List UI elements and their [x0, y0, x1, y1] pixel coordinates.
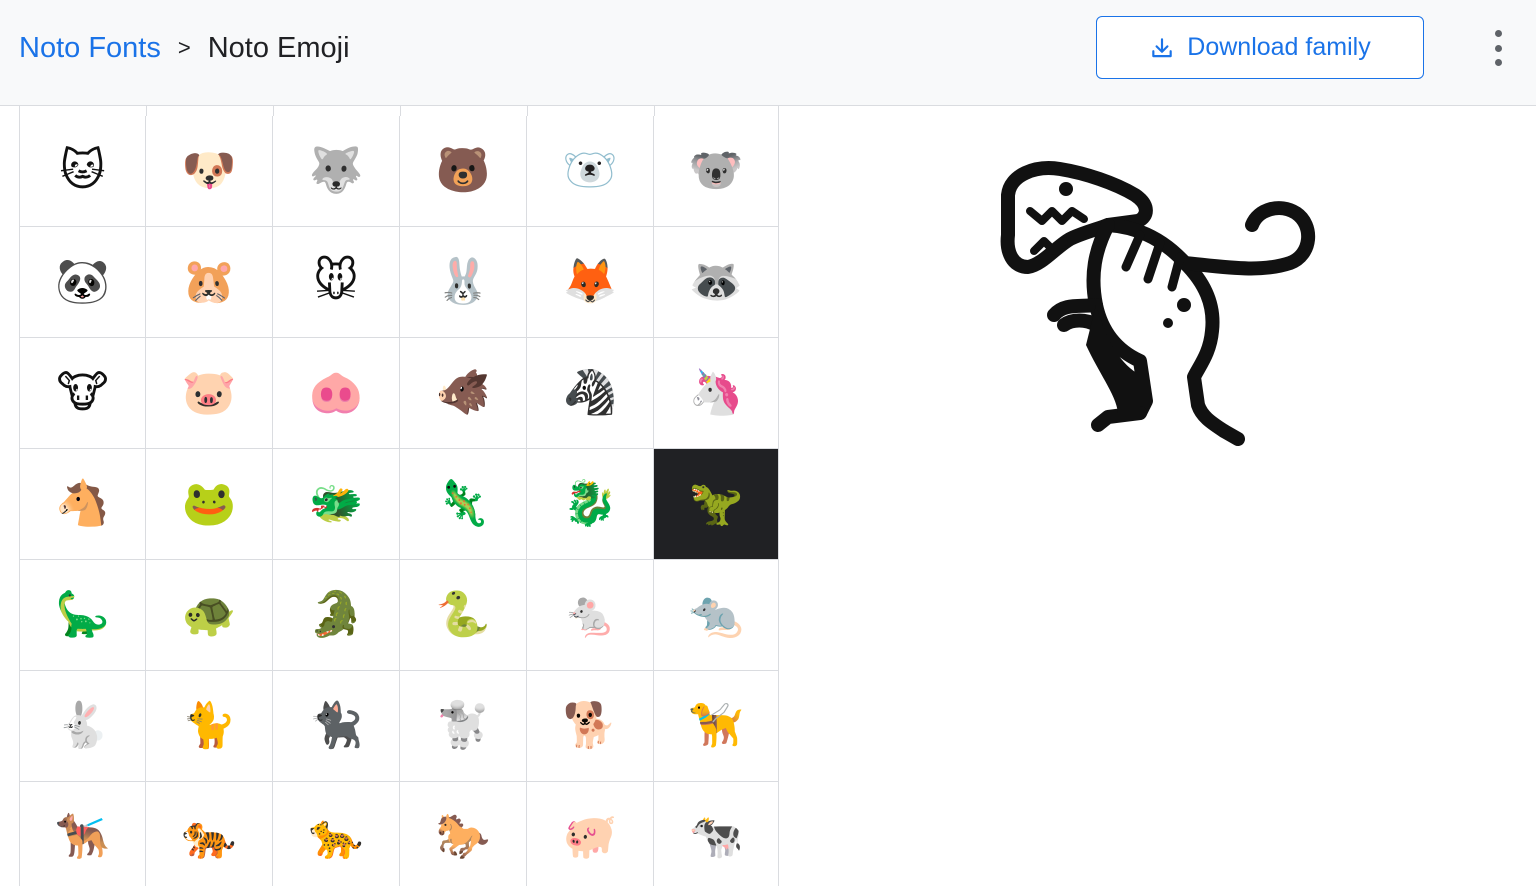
emoji-cell-cow[interactable]: 🐄 [654, 782, 779, 886]
emoji-cell-leopard[interactable]: 🐆 [273, 782, 400, 886]
fox-icon: 🦊 [562, 256, 618, 307]
emoji-cell-poodle[interactable]: 🐩 [400, 671, 527, 782]
horse-face-icon: 🐴 [55, 478, 110, 529]
top-bar: Noto Fonts > Noto Emoji Download family [0, 0, 1536, 106]
emoji-cell-horse-face[interactable]: 🐴 [19, 449, 146, 560]
raccoon-icon: 🦝 [688, 256, 744, 307]
guide-dog-icon: 🦮 [688, 700, 744, 751]
emoji-cell-mouse-face[interactable]: 🐭 [273, 227, 400, 338]
emoji-cell-polar-bear[interactable]: 🐻‍❄️ [527, 116, 654, 227]
pig-face-icon: 🐷 [181, 367, 237, 418]
zebra-icon: 🦓 [562, 367, 618, 418]
cow-icon: 🐄 [688, 811, 744, 862]
dragon-icon: 🐉 [562, 478, 618, 529]
breadcrumb-separator: > [177, 35, 191, 60]
emoji-cell-turtle[interactable]: 🐢 [146, 560, 273, 671]
glyph-preview [990, 155, 1330, 455]
rabbit-icon: 🐇 [55, 700, 110, 751]
pig-icon: 🐖 [562, 811, 618, 862]
emoji-cell-cat[interactable]: 🐈 [146, 671, 273, 782]
emoji-cell-wolf[interactable]: 🐺 [273, 116, 400, 227]
crocodile-icon: 🐊 [308, 589, 364, 640]
emoji-cell-sauropod[interactable]: 🦕 [19, 560, 146, 671]
leopard-icon: 🐆 [308, 811, 364, 862]
poodle-icon: 🐩 [435, 700, 491, 751]
emoji-cell-pig-nose[interactable]: 🐽 [273, 338, 400, 449]
download-family-label: Download family [1187, 33, 1371, 61]
emoji-cell-rabbit[interactable]: 🐇 [19, 671, 146, 782]
turtle-icon: 🐢 [181, 589, 237, 640]
frog-icon: 🐸 [181, 478, 237, 529]
emoji-cell-rat[interactable]: 🐀 [654, 560, 779, 671]
pig-nose-icon: 🐽 [308, 367, 364, 418]
panda-icon: 🐼 [55, 256, 110, 307]
bear-icon: 🐻 [435, 145, 491, 196]
unicorn-icon: 🦄 [688, 367, 744, 418]
dog-icon: 🐕 [562, 700, 618, 751]
emoji-cell-horse[interactable]: 🐎 [400, 782, 527, 886]
more-vert-icon[interactable] [1482, 30, 1514, 66]
download-family-button[interactable]: Download family [1096, 16, 1424, 79]
emoji-cell-dragon[interactable]: 🐉 [527, 449, 654, 560]
snake-icon: 🐍 [435, 589, 491, 640]
cat-icon: 🐈 [181, 700, 237, 751]
dog-face-icon: 🐶 [181, 145, 237, 196]
breadcrumb-current: Noto Emoji [207, 31, 350, 64]
emoji-cell-rabbit-face[interactable]: 🐰 [400, 227, 527, 338]
t-rex-icon: 🦖 [688, 478, 744, 529]
dragon-face-icon: 🐲 [308, 478, 364, 529]
polar-bear-icon: 🐻‍❄️ [562, 145, 618, 196]
emoji-cell-guide-dog[interactable]: 🦮 [654, 671, 779, 782]
emoji-cell-bear[interactable]: 🐻 [400, 116, 527, 227]
rabbit-face-icon: 🐰 [435, 256, 491, 307]
cow-face-icon: 🐮 [56, 367, 109, 418]
emoji-cell-pig[interactable]: 🐖 [527, 782, 654, 886]
emoji-cell-koala[interactable]: 🐨 [654, 116, 779, 227]
emoji-cell-pig-face[interactable]: 🐷 [146, 338, 273, 449]
mouse-icon: 🐁 [562, 589, 618, 640]
mouse-face-icon: 🐭 [313, 256, 359, 307]
lizard-icon: 🦎 [435, 478, 491, 529]
t-rex-icon [1000, 161, 1316, 446]
wolf-icon: 🐺 [308, 145, 364, 196]
sauropod-icon: 🦕 [55, 589, 110, 640]
hamster-icon: 🐹 [181, 256, 237, 307]
emoji-cell-unicorn[interactable]: 🦄 [654, 338, 779, 449]
emoji-cell-mouse[interactable]: 🐁 [527, 560, 654, 671]
emoji-grid-container: 🐱 🐶 🐺 🐻 🐻‍❄️ 🐨 🐼 🐹 🐭 🐰 🦊 🦝 🐮 🐷 🐽 🐗 🦓 🦄 🐴 🐸 🐲 🦎 🐉 🦖 🦕 🐢 🐊 🐍 🐁 🐀 🐇 🐈 🐈‍⬛ 🐩 🐕… [19, 106, 779, 886]
emoji-cell-dog[interactable]: 🐕 [527, 671, 654, 782]
breadcrumb-link-noto-fonts[interactable]: Noto Fonts [19, 32, 161, 65]
koala-icon: 🐨 [688, 145, 744, 196]
emoji-cell-zebra[interactable]: 🦓 [527, 338, 654, 449]
cat-face-icon: 🐱 [59, 145, 106, 196]
emoji-cell-service-dog[interactable]: 🐕‍🦺 [19, 782, 146, 886]
emoji-cell-black-cat[interactable]: 🐈‍⬛ [273, 671, 400, 782]
emoji-cell-panda[interactable]: 🐼 [19, 227, 146, 338]
tiger-icon: 🐅 [181, 811, 237, 862]
emoji-cell-cat-face[interactable]: 🐱 [19, 116, 146, 227]
emoji-cell-raccoon[interactable]: 🦝 [654, 227, 779, 338]
emoji-cell-fox[interactable]: 🦊 [527, 227, 654, 338]
emoji-cell-lizard[interactable]: 🦎 [400, 449, 527, 560]
download-icon [1152, 37, 1173, 57]
emoji-cell-hamster[interactable]: 🐹 [146, 227, 273, 338]
emoji-cell-dragon-face[interactable]: 🐲 [273, 449, 400, 560]
black-cat-icon: 🐈‍⬛ [308, 700, 364, 751]
emoji-cell-frog[interactable]: 🐸 [146, 449, 273, 560]
emoji-cell-snake[interactable]: 🐍 [400, 560, 527, 671]
breadcrumb: Noto Fonts > Noto Emoji [19, 28, 350, 68]
rat-icon: 🐀 [688, 589, 744, 640]
emoji-cell-tiger[interactable]: 🐅 [146, 782, 273, 886]
emoji-cell-boar[interactable]: 🐗 [400, 338, 527, 449]
emoji-cell-crocodile[interactable]: 🐊 [273, 560, 400, 671]
boar-icon: 🐗 [435, 367, 491, 418]
emoji-cell-cow-face[interactable]: 🐮 [19, 338, 146, 449]
emoji-grid: 🐱 🐶 🐺 🐻 🐻‍❄️ 🐨 🐼 🐹 🐭 🐰 🦊 🦝 🐮 🐷 🐽 🐗 🦓 🦄 🐴 🐸 🐲 🦎 🐉 🦖 🦕 🐢 🐊 🐍 🐁 🐀 🐇 🐈 🐈‍⬛ 🐩 🐕… [19, 116, 779, 886]
horse-icon: 🐎 [435, 811, 491, 862]
emoji-cell-dog-face[interactable]: 🐶 [146, 116, 273, 227]
service-dog-icon: 🐕‍🦺 [55, 811, 110, 862]
emoji-cell-t-rex[interactable]: 🦖 [654, 449, 779, 560]
